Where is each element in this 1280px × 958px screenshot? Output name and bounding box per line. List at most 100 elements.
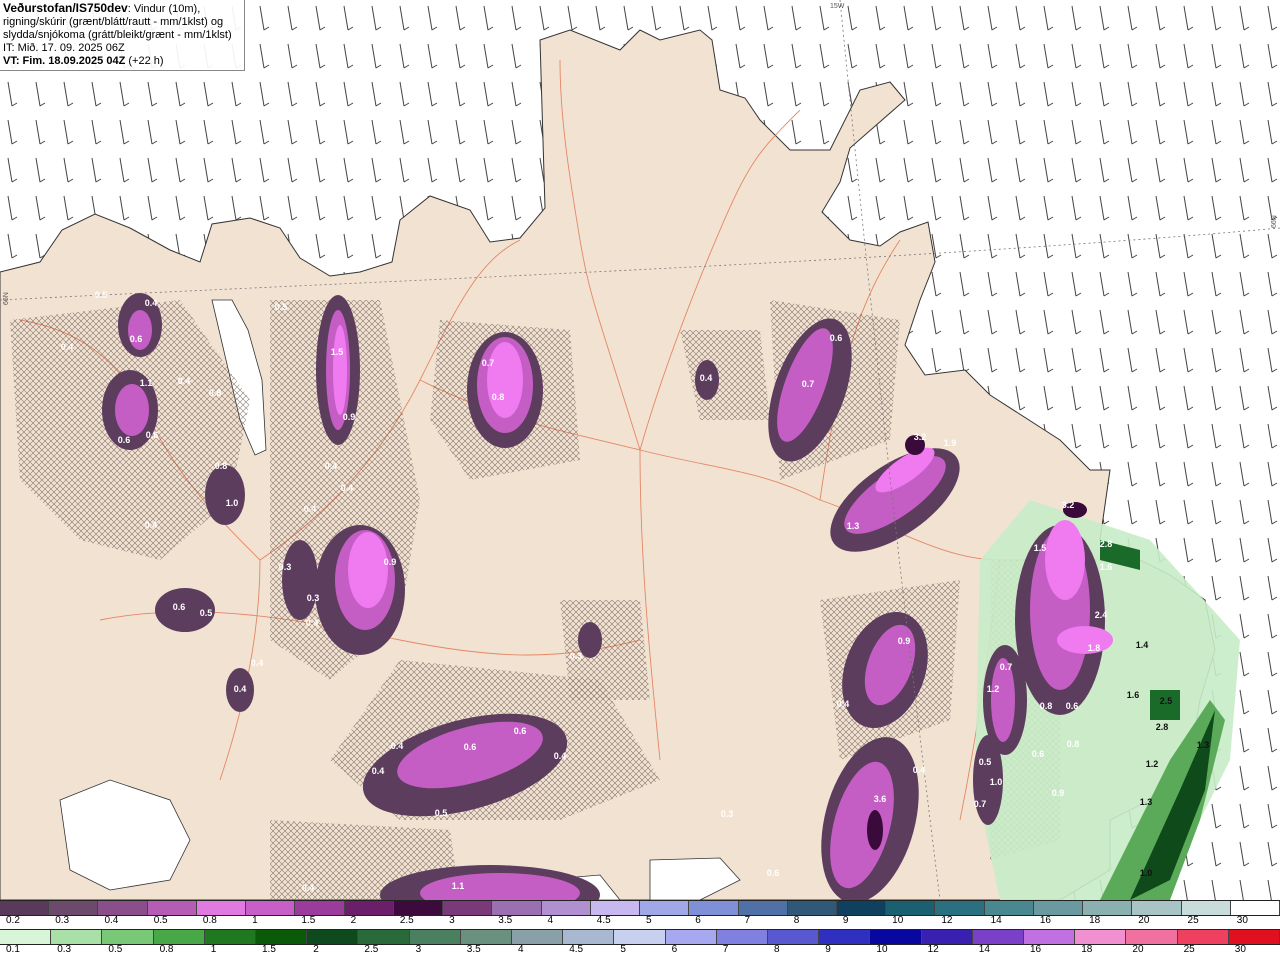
lead-time: (+22 h): [128, 55, 164, 67]
legend-tick-label: 2: [313, 944, 319, 955]
legend-swatch: [738, 901, 788, 915]
precip-value-label: 0.9: [1052, 788, 1065, 798]
precip-value-label: 3.6: [874, 794, 887, 804]
precip-value-label: 0.7: [482, 358, 495, 368]
legend-swatch: [689, 901, 739, 915]
precip-value-label: 0.4: [178, 376, 191, 386]
legend-swatch: [1230, 901, 1280, 915]
legend-tick-label: 9: [825, 944, 831, 955]
legend-tick-label: 2.5: [364, 944, 379, 955]
precip-value-label: 0.3: [570, 651, 583, 661]
precip-value-label: 0.4: [554, 751, 567, 761]
legend-tick-label: 0.4: [104, 915, 119, 926]
legend-swatch: [409, 930, 461, 944]
precip-value-label: 0.8: [1040, 701, 1053, 711]
legend-swatch: [590, 901, 641, 915]
legend-tick-label: 12: [941, 915, 953, 926]
legend-swatch: [0, 930, 52, 944]
legend-tick-label: 0.2: [6, 915, 20, 926]
precip-value-label: 0.7: [802, 379, 815, 389]
precip-value-label: 0.6: [464, 742, 477, 752]
legend-swatch: [393, 901, 444, 915]
precip-value-label: 1.6: [1100, 562, 1113, 572]
edge-label-left: 66N: [3, 292, 10, 305]
precip-value-label: 1.6: [1127, 690, 1140, 700]
precip-value-label: 0.6: [514, 726, 527, 736]
legend-swatch: [819, 930, 871, 944]
precip-value-label: 0.4: [391, 741, 404, 751]
precip-value-label: 0.8: [1067, 739, 1080, 749]
legend-tick-label: 3.5: [498, 915, 513, 926]
legend-swatch: [196, 901, 247, 915]
precip-value-label: 0.4: [341, 483, 354, 493]
init-time: IT: Mið. 17. 09. 2025 06Z: [3, 42, 125, 54]
precip-value-label: 0.3: [307, 593, 320, 603]
legend-swatch: [98, 901, 148, 915]
precip-value-label: 1.5: [1034, 543, 1047, 553]
legend-swatch: [344, 901, 394, 915]
legend-tick-label: 0.8: [159, 944, 174, 955]
precip-value-label: 1.2: [1146, 759, 1159, 769]
precip-value-label: 1.3: [1197, 740, 1210, 750]
rain-legend: 0.1 0.3 0.5 0.8 1 1.5 2 2.5 3 3.5 4 4.5 5 6 7 8 9 10 12 14 1…: [0, 929, 1280, 958]
legend-tick-label: 8: [793, 915, 800, 926]
legend-swatch: [1228, 930, 1280, 944]
legend-tick-label: 4: [518, 944, 524, 955]
precip-value-label: 1.2: [987, 684, 1000, 694]
info-line-2: rigning/skúrir (grænt/blátt/rautt - mm/1…: [3, 16, 224, 28]
legend-swatch: [1083, 901, 1133, 915]
legend-tick-label: 14: [978, 944, 990, 955]
legend-tick-label: 7: [744, 915, 751, 926]
legend-swatch: [665, 930, 717, 944]
legend-tick-label: 5: [646, 915, 652, 926]
precip-value-label: 1.0: [226, 498, 239, 508]
info-title-line: Veðurstofan/IS750dev: Vindur (10m),: [3, 2, 241, 16]
legend-tick-label: 25: [1183, 944, 1195, 955]
legend-tick-label: 7: [722, 944, 729, 955]
legend-tick-label: 16: [1039, 915, 1051, 926]
legend-tick-label: 4.5: [596, 915, 611, 926]
legend-swatch: [935, 901, 985, 915]
precip-value-label: 3.2: [1062, 500, 1075, 510]
precip-value-label: 0.5: [200, 608, 213, 618]
legend-swatch: [256, 930, 308, 944]
snow-legend: 0.2 0.3 0.4 0.5 0.8 1 1.5 2 2.5 3 3.5 4 4.5 5 6 7 8 9 10 12…: [0, 900, 1280, 929]
legend-swatch: [1181, 901, 1231, 915]
legend-swatch: [0, 901, 50, 915]
legend-swatch: [836, 901, 887, 915]
precip-value-label: 1.5: [331, 347, 344, 357]
legend-swatch: [358, 930, 410, 944]
precip-value-label: 0.4: [251, 658, 264, 668]
precip-value-label: 1.1: [140, 378, 153, 388]
edge-label-right: 66N: [1271, 215, 1278, 228]
legend-swatch: [51, 930, 103, 944]
legend-tick-label: 0.1: [6, 944, 20, 955]
legend-swatch: [147, 901, 197, 915]
legend-swatch: [984, 901, 1034, 915]
legend-tick-label: 1.5: [262, 944, 276, 955]
legend-tick-label: 18: [1081, 944, 1093, 955]
precip-value-label: 0.8: [215, 461, 228, 471]
precip-value-label: 1.3: [847, 521, 860, 531]
legend-tick-label: 12: [927, 944, 939, 955]
legend-swatch: [921, 930, 973, 944]
legend-tick-label: 1: [210, 944, 217, 955]
legend-tick-label: 10: [892, 915, 904, 926]
legend-tick-label: 0.3: [57, 944, 72, 955]
precip-value-label: 1.9: [944, 438, 957, 448]
legend-swatch: [492, 901, 542, 915]
precip-value-label: 1.1: [452, 881, 465, 891]
precip-value-label: 0.7: [974, 799, 987, 809]
precip-value-label: 0.4: [145, 298, 158, 308]
precip-value-label: 0.6: [1066, 701, 1079, 711]
legend-tick-label: 5: [620, 944, 626, 955]
legend-swatch: [1177, 930, 1229, 944]
legend-swatch: [443, 901, 493, 915]
legend-tick-label: 0.3: [55, 915, 70, 926]
snow-legend-ticks: 0.2 0.3 0.4 0.5 0.8 1 1.5 2 2.5 3 3.5 4 4.5 5 6 7 8 9 10 12…: [0, 915, 1280, 929]
legend-tick-label: 3: [449, 915, 455, 926]
precip-value-label: 0.6: [146, 430, 159, 440]
legend-swatch: [716, 930, 769, 944]
legend-tick-label: 6: [695, 915, 701, 926]
legend-tick-label: 4: [547, 915, 554, 926]
